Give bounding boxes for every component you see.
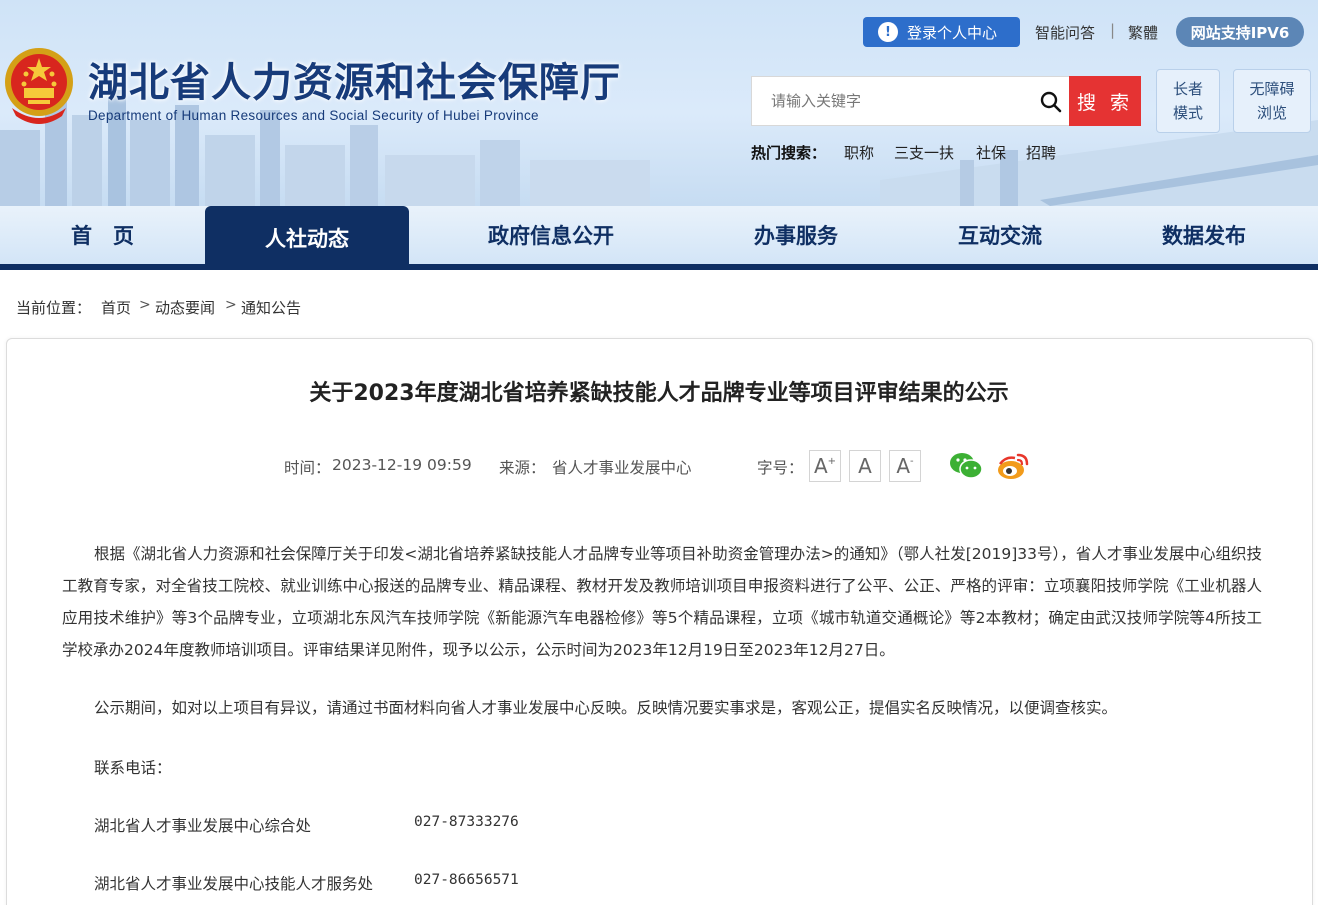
breadcrumb-item-home[interactable]: 首页 — [101, 297, 131, 318]
smart-qa-link[interactable]: 智能问答 — [1035, 22, 1095, 43]
wechat-share-icon[interactable] — [949, 450, 983, 482]
user-icon: ! — [878, 22, 898, 42]
ipv6-badge[interactable]: 网站支持IPV6 — [1176, 17, 1304, 47]
hot-search-item[interactable]: 职称 — [844, 142, 874, 163]
font-default-button[interactable]: A — [849, 450, 881, 482]
time-label: 时间： — [284, 459, 331, 477]
search-button[interactable]: 搜 索 — [1069, 76, 1141, 126]
divider: | — [1110, 21, 1116, 39]
breadcrumb-separator: > — [139, 297, 151, 313]
accessible-browse-button[interactable]: 无障碍浏览 — [1233, 69, 1311, 133]
weibo-share-icon[interactable] — [996, 450, 1030, 482]
source-value: 省人才事业发展中心 — [552, 459, 692, 477]
nav-item-interaction[interactable]: 互动交流 — [898, 206, 1102, 264]
hot-search-item[interactable]: 三支一扶 — [894, 142, 954, 163]
nav-item-hr-news[interactable]: 人社动态 — [205, 206, 409, 270]
site-header: 湖北省人力资源和社会保障厅 Department of Human Resour… — [0, 0, 1318, 206]
login-label: 登录个人中心 — [907, 23, 998, 42]
font-increase-button[interactable]: A + — [809, 450, 841, 482]
font-default-glyph: A — [858, 454, 872, 478]
minus-icon: - — [910, 455, 914, 467]
publish-time: 2023-12-19 09:59 — [332, 456, 472, 474]
font-increase-glyph: A — [813, 454, 828, 478]
hot-search-label: 热门搜索： — [751, 144, 827, 162]
breadcrumb-separator: > — [225, 297, 237, 313]
plus-icon: + — [827, 455, 837, 467]
elder-mode-button[interactable]: 长者模式 — [1156, 69, 1220, 133]
nav-underline — [0, 264, 1318, 270]
article-paragraph: 公示期间，如对以上项目有异议，请通过书面材料向省人才事业发展中心反映。反映情况要… — [94, 699, 1118, 717]
contact-phone: 027-86656571 — [414, 872, 519, 888]
font-decrease-glyph: A — [896, 454, 911, 478]
site-title: 湖北省人力资源和社会保障厅 — [88, 60, 621, 106]
login-personal-center-button[interactable]: ! 登录个人中心 — [863, 17, 1020, 47]
article-paragraph: 根据《湖北省人力资源和社会保障厅关于印发<湖北省培养紧缺技能人才品牌专业等项目补… — [62, 545, 1262, 659]
breadcrumb-label: 当前位置： — [16, 299, 92, 317]
search-input[interactable] — [752, 77, 1022, 125]
hot-search-item[interactable]: 招聘 — [1026, 142, 1056, 163]
main-nav: 首 页 人社动态 政府信息公开 办事服务 互动交流 数据发布 — [0, 206, 1318, 270]
hot-search-item[interactable]: 社保 — [976, 142, 1006, 163]
national-emblem-icon — [5, 48, 73, 124]
site-subtitle: Department of Human Resources and Social… — [88, 108, 539, 123]
breadcrumb-item-notices[interactable]: 通知公告 — [241, 297, 301, 318]
contact-phone: 027-87333276 — [414, 814, 519, 830]
search-icon[interactable] — [1039, 90, 1063, 114]
contact-label: 联系电话： — [94, 759, 172, 777]
article-title: 关于2023年度湖北省培养紧缺技能人才品牌专业等项目评审结果的公示 — [309, 381, 1009, 406]
font-decrease-button[interactable]: A- — [889, 450, 921, 482]
contact-name: 湖北省人才事业发展中心技能人才服务处 — [94, 875, 374, 893]
nav-item-services[interactable]: 办事服务 — [694, 206, 898, 264]
nav-item-home[interactable]: 首 页 — [0, 206, 205, 264]
traditional-chinese-link[interactable]: 繁體 — [1128, 22, 1158, 43]
nav-item-data-release[interactable]: 数据发布 — [1102, 206, 1306, 264]
search-box — [751, 76, 1069, 126]
font-size-label: 字号： — [757, 459, 804, 477]
breadcrumb-item-news[interactable]: 动态要闻 — [155, 297, 215, 318]
source-label: 来源： — [499, 459, 546, 477]
contact-name: 湖北省人才事业发展中心综合处 — [94, 817, 312, 835]
nav-item-gov-info[interactable]: 政府信息公开 — [449, 206, 653, 264]
